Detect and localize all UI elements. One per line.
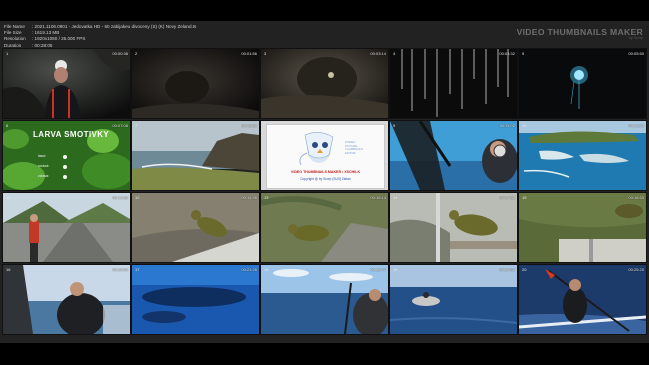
timecode: 00:22:44	[370, 267, 386, 272]
logo-card: ZVIDEO PICTURE THUMBNAILS EDITOR VIDEO T…	[266, 124, 385, 189]
timecode: 00:07:08	[112, 123, 128, 128]
contact-sheet: File Name: 2021.1106.0901 - Jedovatka HD…	[0, 21, 649, 343]
frame-image	[132, 49, 259, 118]
thumbnail-road-walker[interactable]: 00:13:38 11	[2, 192, 131, 263]
frame-index: 5	[522, 51, 525, 56]
frame-index: 14	[393, 195, 398, 200]
frame-image	[3, 193, 130, 262]
timecode: 00:14:56	[241, 195, 257, 200]
frame-index: 13	[264, 195, 269, 200]
info-row: Duration: 00:28:05	[4, 42, 53, 48]
thumbnail-boat-antenna[interactable]: 00:22:44 18	[260, 264, 389, 335]
logo-copyright: Copyright @ by Scorp (SUS) Zlatan	[300, 177, 351, 181]
frame-index: 3	[264, 51, 267, 56]
thumbnail-glowworm-threads[interactable]: 00:04:32 4	[389, 48, 518, 119]
file-info: File Name: 2021.1106.0901 - Jedovatka HD…	[4, 24, 196, 49]
frame-index: 16	[6, 267, 11, 272]
timecode: 00:11:02	[499, 123, 515, 128]
thumbnail-coast-rocks[interactable]: 00:08:26 7	[131, 120, 260, 191]
frame-image	[261, 265, 388, 334]
larva-line: lasut:	[38, 154, 47, 158]
frame-image	[132, 121, 259, 190]
frame-image	[519, 193, 646, 262]
thumbnail-boat-man[interactable]: 00:20:08 16	[2, 264, 131, 335]
timecode: 00:16:14	[370, 195, 386, 200]
frame-index: 15	[522, 195, 527, 200]
frame-image	[390, 49, 517, 118]
frame-image	[390, 265, 517, 334]
brand-watermark: VIDEO THUMBNAILS MAKER by Scorp	[517, 27, 643, 40]
frame-index: 7	[135, 123, 138, 128]
frame-image	[519, 49, 646, 118]
frame-image	[132, 265, 259, 334]
frame-index: 20	[522, 267, 527, 272]
frame-index: 11	[6, 195, 11, 200]
frame-image	[390, 121, 517, 190]
frame-index: 12	[135, 195, 140, 200]
timecode: 00:21:26	[241, 267, 257, 272]
thumbnail-cave-man[interactable]: 00:00:38 1	[2, 48, 131, 119]
frame-image	[390, 193, 517, 262]
timecode: 00:24:02	[499, 267, 515, 272]
timecode: 00:08:26	[241, 123, 257, 128]
thumbnail-larva-title[interactable]: LARVA SMOTIVKY lasut: rostout: zdrava: 0…	[2, 120, 131, 191]
thumbnail-glowworm-blue[interactable]: 00:05:50 5	[518, 48, 647, 119]
frame-image	[261, 193, 388, 262]
brand-title: VIDEO THUMBNAILS MAKER	[516, 27, 643, 37]
thumbnail-kea-wall[interactable]: 00:14:56 12	[131, 192, 260, 263]
timecode: 00:12:20	[628, 123, 644, 128]
frame-index: 17	[135, 267, 140, 272]
thumbnail-helicopter-pilot[interactable]: 00:11:02 9	[389, 120, 518, 191]
thumbnail-sea-boat[interactable]: 00:24:02 19	[389, 264, 518, 335]
thumbnail-aerial-coast[interactable]: 00:12:20 10	[518, 120, 647, 191]
thumbnail-kea-grass[interactable]: 00:18:50 15	[518, 192, 647, 263]
logo-title: VIDEO THUMBNAILS MAKER • XSCHILK	[290, 170, 361, 174]
frame-image	[3, 49, 130, 118]
timecode: 00:25:20	[628, 267, 644, 272]
frame-index: 19	[393, 267, 398, 272]
timecode: 00:05:50	[628, 51, 644, 56]
frame-index: 6	[6, 123, 9, 128]
frame-image	[132, 193, 259, 262]
logo-side-text: ZVIDEO PICTURE THUMBNAILS EDITOR	[345, 140, 364, 155]
thumbnail-kea-post[interactable]: 00:17:32 14	[389, 192, 518, 263]
timecode: 00:00:38	[112, 51, 128, 56]
thumbnail-kea-rock[interactable]: 00:16:14 13	[260, 192, 389, 263]
timecode: 00:18:50	[628, 195, 644, 200]
frame-image	[519, 121, 646, 190]
timecode: 00:01:56	[241, 51, 257, 56]
thumbnail-cave-tunnel[interactable]: 00:03:14 3	[260, 48, 389, 119]
timecode: 00:04:32	[499, 51, 515, 56]
timecode: 00:03:14	[370, 51, 386, 56]
thumbnail-kayaker[interactable]: 00:25:20 20	[518, 264, 647, 335]
frame-image	[519, 265, 646, 334]
frame-index: 1	[6, 51, 9, 56]
frame-index: 4	[393, 51, 396, 56]
thumbnail-logo-card[interactable]: ZVIDEO PICTURE THUMBNAILS EDITOR VIDEO T…	[260, 120, 389, 191]
thumbnail-whale-underwater[interactable]: 00:21:26 17	[131, 264, 260, 335]
larva-line: zdrava:	[38, 174, 50, 178]
larva-title: LARVA SMOTIVKY	[33, 130, 110, 139]
frame-index: 18	[264, 267, 269, 272]
thumbnail-cave-dark[interactable]: 00:01:56 2	[131, 48, 260, 119]
timecode: 00:13:38	[112, 195, 128, 200]
larva-line: rostout:	[38, 164, 50, 168]
frame-index: 9	[393, 123, 396, 128]
frame-image	[3, 265, 130, 334]
frame-index: 2	[135, 51, 138, 56]
timecode: 00:17:32	[499, 195, 515, 200]
frame-image	[261, 49, 388, 118]
timecode: 00:20:08	[112, 267, 128, 272]
frame-index: 10	[522, 123, 527, 128]
